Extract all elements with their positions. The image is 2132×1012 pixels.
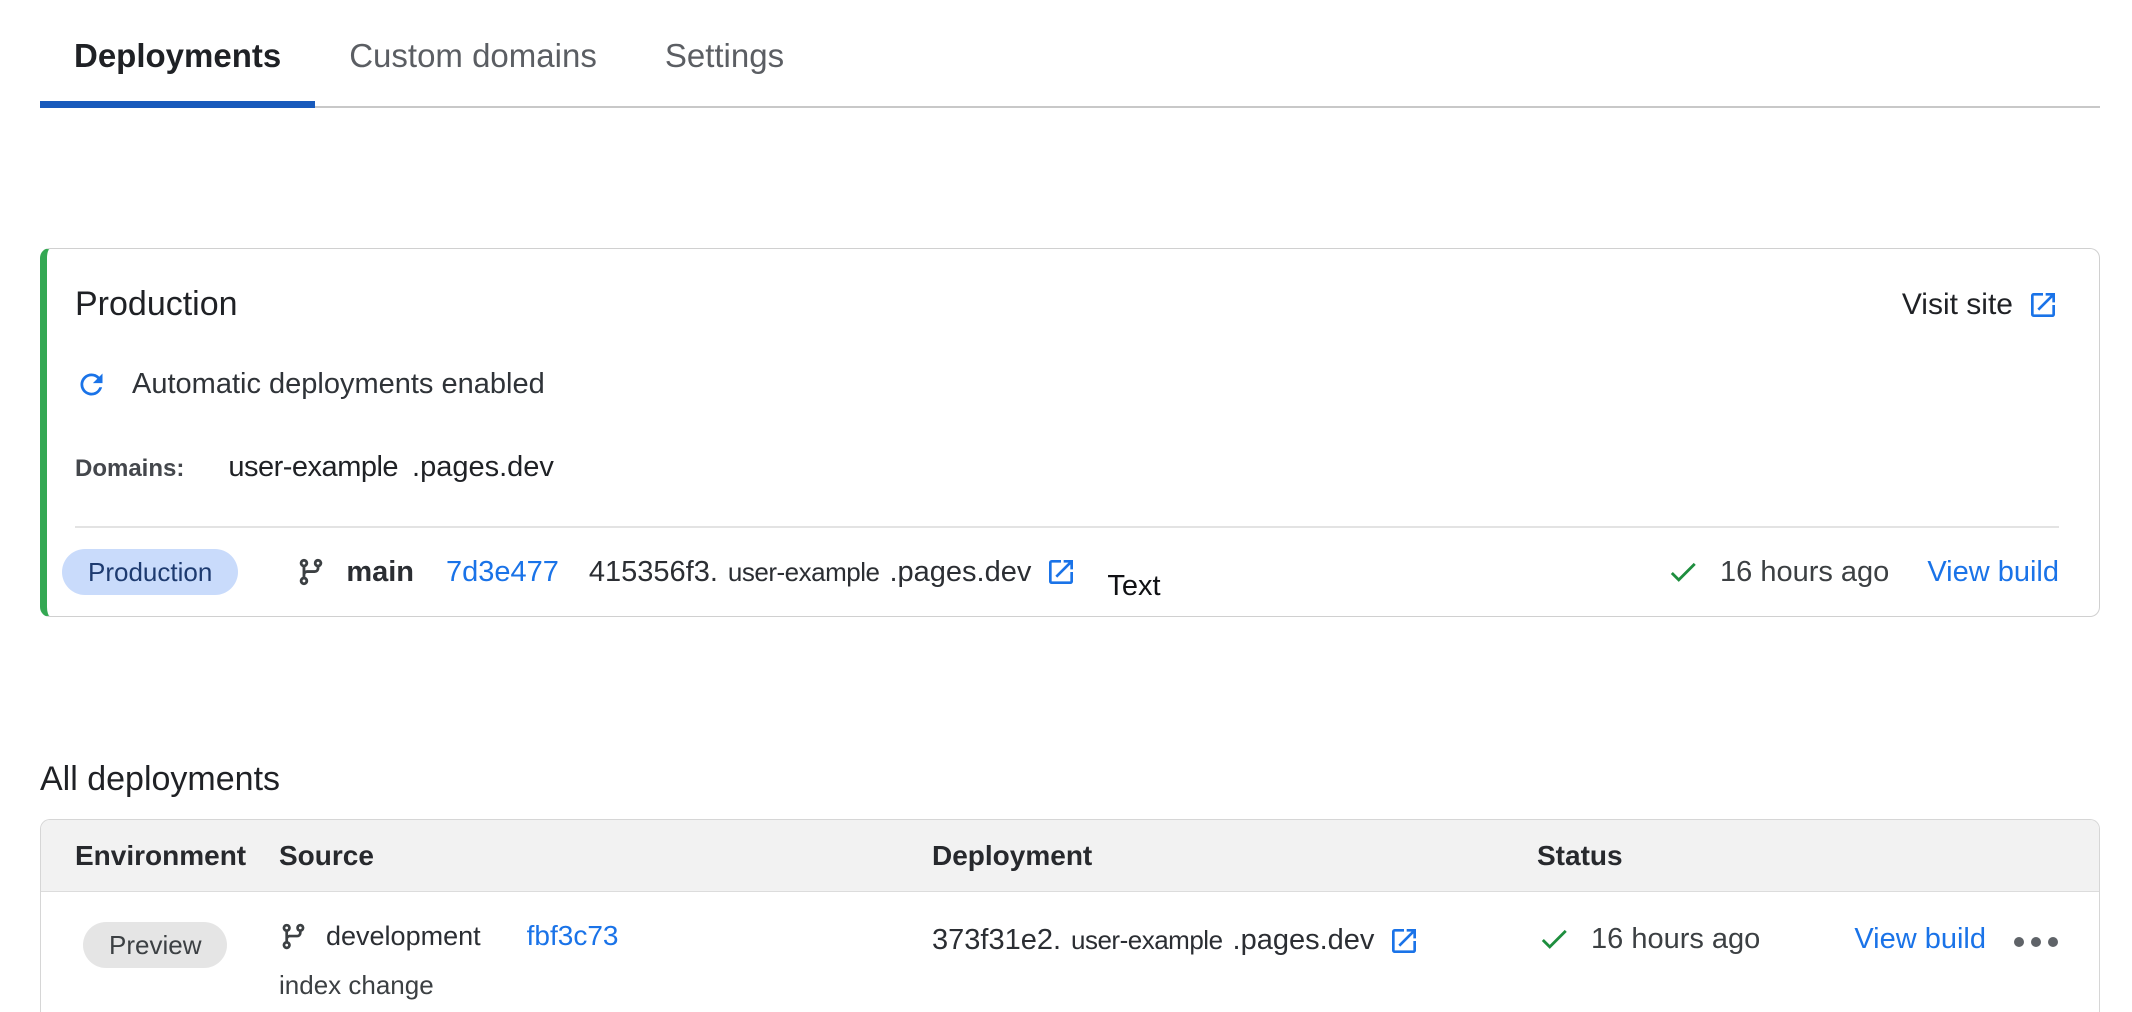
deployment-url-suffix: .pages.dev xyxy=(889,556,1031,589)
production-card: Production Visit site Automatic deployme… xyxy=(40,248,2100,617)
commit-message: index change xyxy=(279,970,932,1001)
deployment-url-suffix: .pages.dev xyxy=(1233,924,1375,957)
commit-link[interactable]: fbf3c73 xyxy=(527,920,619,952)
table-header-row: Environment Source Deployment Status xyxy=(41,820,2099,892)
check-success-icon xyxy=(1537,922,1571,956)
branch-name: main xyxy=(346,556,414,589)
production-deployment-row: Production main 7d3e477 415356f3. user-e… xyxy=(47,528,2099,616)
visit-site-label: Visit site xyxy=(1902,288,2013,322)
deployment-url-site: user-example xyxy=(1071,925,1223,956)
tab-custom-domains[interactable]: Custom domains xyxy=(315,0,631,106)
production-card-header: Production Visit site Automatic deployme… xyxy=(47,249,2099,528)
all-deployments-heading: All deployments xyxy=(40,760,2132,799)
domain-suffix: .pages.dev xyxy=(412,451,554,484)
domains-label: Domains: xyxy=(75,455,184,483)
deployment-url-prefix: 373f31e2. xyxy=(932,924,1061,957)
git-branch-icon xyxy=(279,922,308,951)
column-header-status: Status xyxy=(1537,840,2099,872)
environment-badge-production: Production xyxy=(62,549,238,595)
table-row: Preview development fbf3c73 index change… xyxy=(41,892,2099,1012)
deployment-url: 415356f3. user-example .pages.dev xyxy=(589,556,1077,589)
view-build-link[interactable]: View build xyxy=(1927,556,2059,589)
annotation-text: Text xyxy=(1107,570,1160,603)
deployment-time: 16 hours ago xyxy=(1591,923,1760,956)
column-header-environment: Environment xyxy=(75,840,279,872)
deployment-url-prefix: 415356f3. xyxy=(589,556,718,589)
column-header-deployment: Deployment xyxy=(932,840,1537,872)
ellipsis-menu-icon xyxy=(2013,936,2059,948)
branch-name: development xyxy=(326,921,481,952)
commit-link[interactable]: 7d3e477 xyxy=(446,556,559,589)
external-link-icon xyxy=(2027,289,2059,321)
environment-badge-preview: Preview xyxy=(83,922,227,968)
check-success-icon xyxy=(1666,555,1700,589)
view-build-link[interactable]: View build xyxy=(1854,923,1986,956)
tab-bar: Deployments Custom domains Settings xyxy=(40,0,2100,108)
tab-deployments[interactable]: Deployments xyxy=(40,0,315,106)
deployment-time: 16 hours ago xyxy=(1720,556,1889,589)
deployment-url: 373f31e2. user-example .pages.dev xyxy=(932,924,1420,957)
deployments-table: Environment Source Deployment Status Pre… xyxy=(40,819,2100,1012)
git-branch-icon xyxy=(296,557,326,587)
auto-deployments-text: Automatic deployments enabled xyxy=(132,368,545,401)
refresh-icon xyxy=(75,368,108,401)
domain-site-name: user-example xyxy=(228,451,398,484)
deployment-url-site: user-example xyxy=(728,557,880,588)
row-menu-button[interactable] xyxy=(2013,922,2059,962)
tab-settings[interactable]: Settings xyxy=(631,0,818,106)
external-link-icon[interactable] xyxy=(1045,556,1077,588)
column-header-source: Source xyxy=(279,840,932,872)
production-title: Production xyxy=(75,285,238,324)
external-link-icon[interactable] xyxy=(1388,925,1420,957)
visit-site-link[interactable]: Visit site xyxy=(1902,288,2059,322)
